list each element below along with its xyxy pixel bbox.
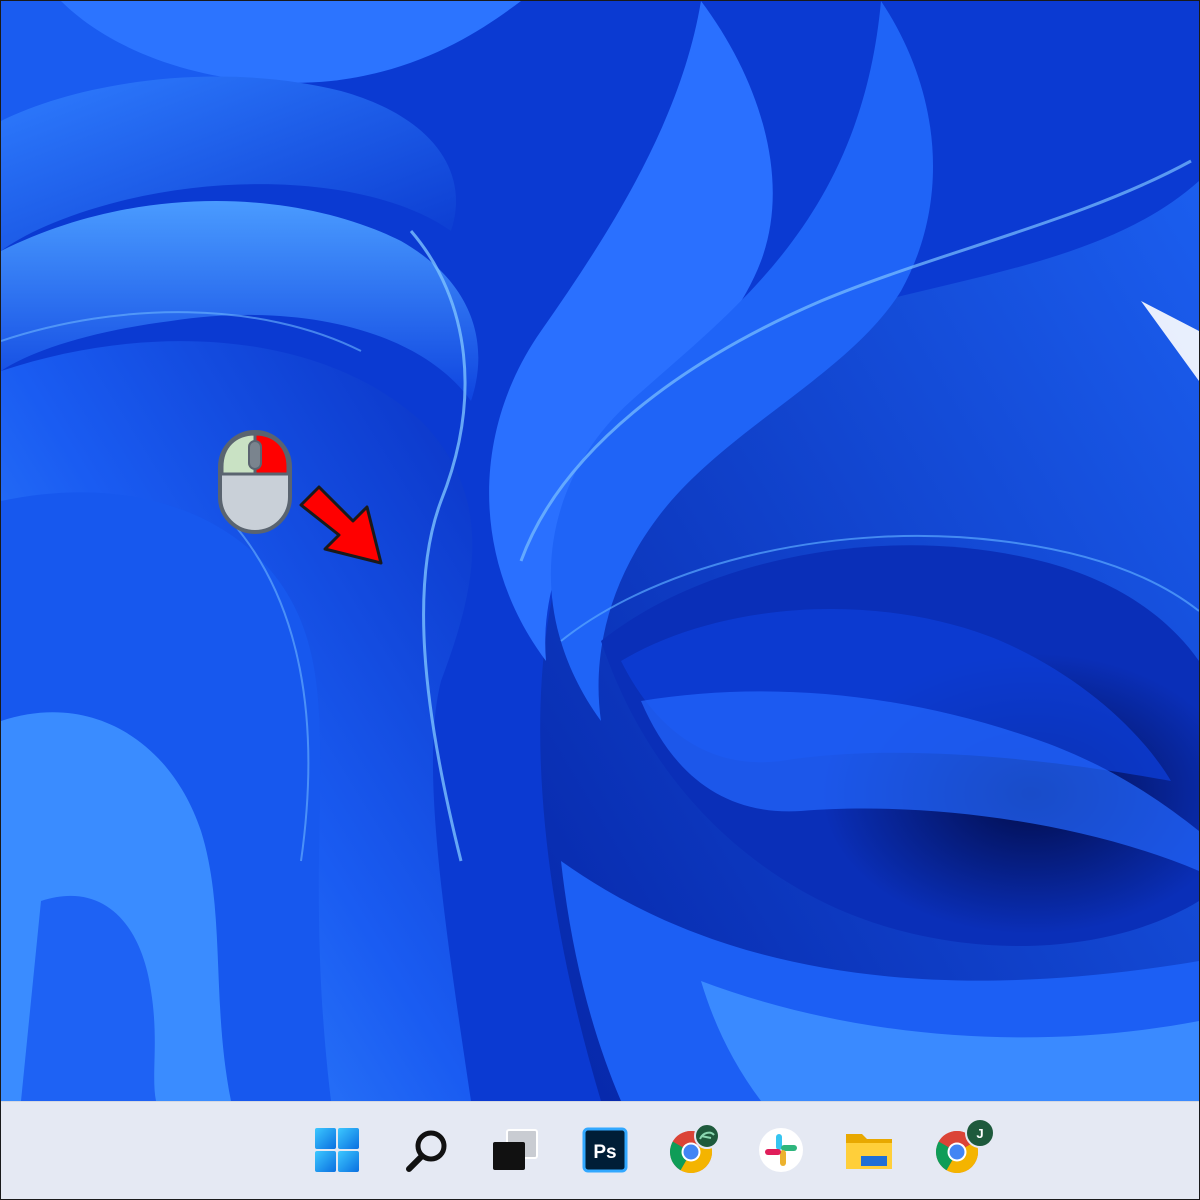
start-button[interactable] [311, 1124, 363, 1176]
slack-icon [759, 1128, 803, 1172]
file-explorer-app[interactable] [843, 1124, 895, 1176]
screen-frame: Ps J [0, 0, 1200, 1200]
slack-app[interactable] [755, 1124, 807, 1176]
search-button[interactable] [401, 1124, 453, 1176]
profile-avatar-badge: J [965, 1118, 995, 1148]
magnifier-icon [406, 1130, 447, 1172]
desktop-wallpaper[interactable] [1, 1, 1199, 1101]
chrome-app-profile-2[interactable]: J [933, 1118, 995, 1176]
photoshop-app[interactable]: Ps [579, 1124, 631, 1176]
windows-logo-icon [315, 1128, 359, 1172]
folder-icon [846, 1134, 892, 1169]
bloom-wallpaper-art [1, 1, 1199, 1101]
task-view-button[interactable] [489, 1124, 541, 1176]
photoshop-icon: Ps [582, 1127, 628, 1173]
task-view-icon [493, 1129, 538, 1170]
taskbar: Ps J [1, 1101, 1199, 1199]
chrome-icon [669, 1124, 719, 1174]
mouse-right-click-icon [218, 430, 292, 534]
red-arrow-icon [299, 485, 383, 565]
chrome-app-profile-1[interactable] [667, 1124, 719, 1176]
photoshop-icon-label: Ps [593, 1142, 616, 1163]
